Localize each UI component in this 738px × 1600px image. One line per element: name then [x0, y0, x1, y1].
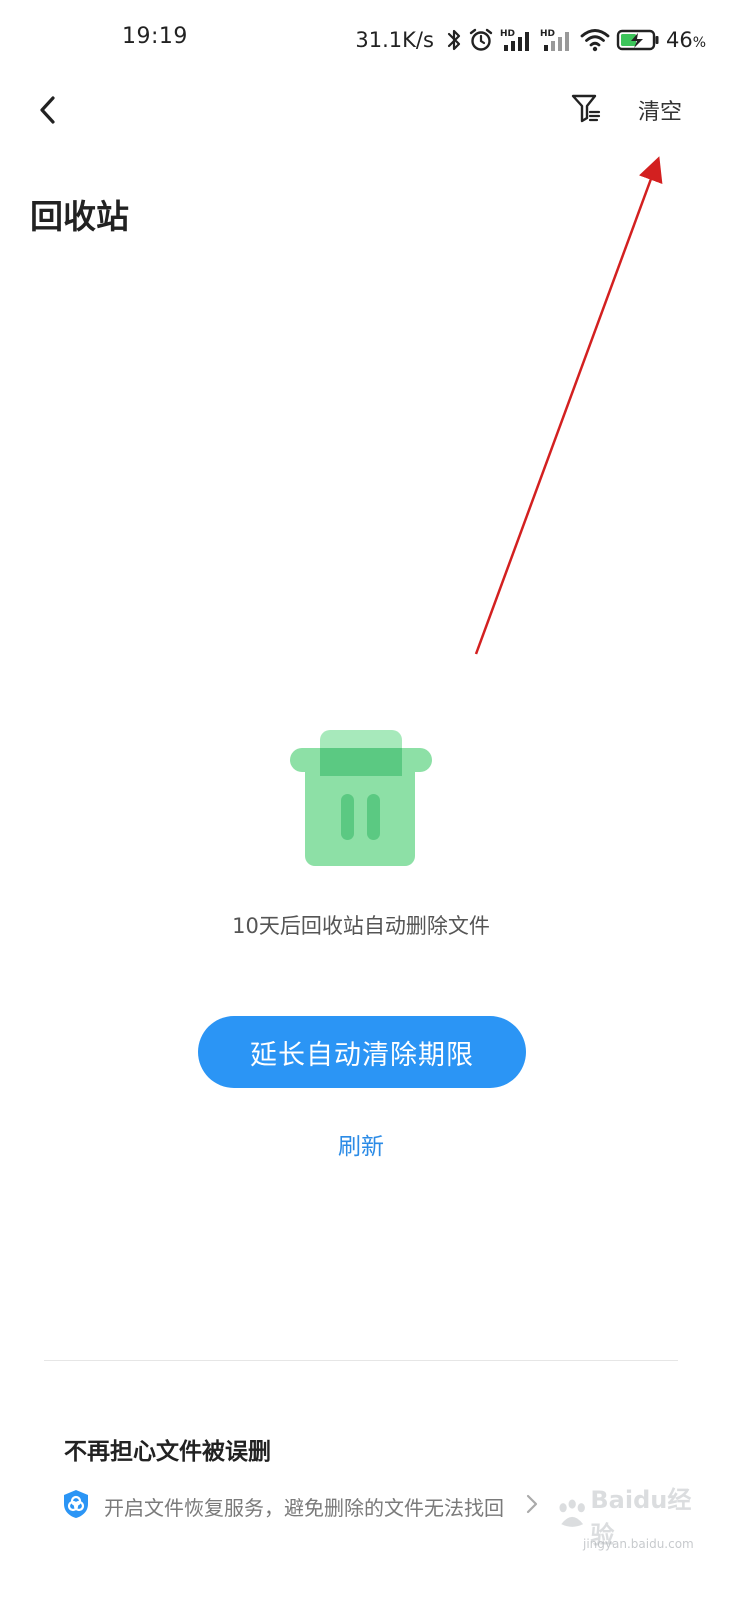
promo-description: 开启文件恢复服务，避免删除的文件无法找回	[104, 1495, 504, 1520]
clear-button[interactable]: 清空	[638, 94, 682, 126]
trash-bin-icon	[288, 728, 434, 872]
extend-auto-clear-button[interactable]: 延长自动清除期限	[198, 1016, 526, 1088]
filter-button[interactable]	[566, 90, 606, 130]
baidu-paw-icon	[559, 1499, 585, 1527]
refresh-link[interactable]: 刷新	[0, 1127, 722, 1161]
wifi-icon	[580, 27, 610, 53]
hd-signal-icon: HD	[500, 27, 534, 53]
status-time: 19:19	[122, 24, 188, 49]
chevron-left-icon	[37, 95, 59, 129]
promo-title: 不再担心文件被误删	[64, 1439, 271, 1465]
alarm-icon	[468, 27, 494, 53]
chevron-right-icon	[526, 1494, 538, 1518]
divider	[44, 1360, 678, 1361]
status-icons: 31.1K/s HD HD 46%	[355, 20, 706, 60]
battery-level: 46%	[665, 28, 706, 52]
watermark-url: jingyan.baidu.com	[583, 1537, 694, 1551]
network-speed: 31.1K/s	[355, 28, 434, 52]
hd-signal-icon: HD	[540, 27, 574, 53]
status-bar: 19:19 31.1K/s HD HD 46%	[0, 0, 738, 80]
page-title: 回收站	[30, 197, 129, 236]
bluetooth-icon	[446, 27, 462, 53]
shield-icon	[62, 1488, 90, 1524]
svg-text:HD: HD	[500, 29, 515, 39]
svg-text:HD: HD	[540, 29, 555, 39]
battery-charging-icon	[616, 27, 660, 53]
back-button[interactable]	[28, 92, 68, 132]
filter-icon	[570, 92, 602, 128]
top-nav: 清空	[0, 80, 738, 144]
baidu-watermark: Baidu经验	[554, 1486, 704, 1549]
empty-message: 10天后回收站自动删除文件	[232, 914, 490, 938]
